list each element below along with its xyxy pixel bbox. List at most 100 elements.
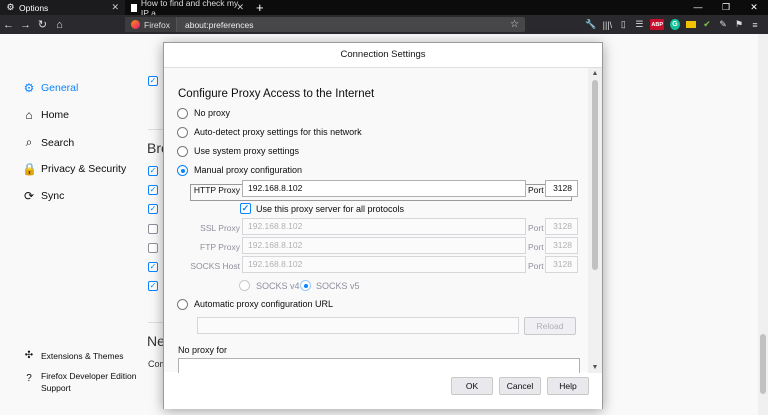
reload-button[interactable]: Reload: [524, 317, 576, 335]
dialog-scrollbar-thumb[interactable]: [592, 80, 598, 270]
lock-icon: 🔒: [22, 162, 37, 176]
sidebar-item-label: Home: [41, 109, 70, 121]
sidebar-item-support[interactable]: ? Firefox Developer Edition Support: [22, 370, 136, 394]
background-checkbox[interactable]: ✓: [148, 204, 158, 214]
http-port-input[interactable]: 3128: [545, 180, 578, 197]
checkmark-extension-icon[interactable]: ✔: [702, 19, 712, 30]
menu-icon[interactable]: ≡: [750, 19, 760, 30]
background-checkbox[interactable]: ✓: [148, 76, 158, 86]
sidebar-item-general[interactable]: ⚙ General: [22, 81, 79, 95]
use-all-protocols-label[interactable]: Use this proxy server for all protocols: [256, 204, 404, 214]
identity-box[interactable]: Firefox: [125, 17, 177, 32]
divider: [148, 129, 164, 130]
grammarly-icon[interactable]: G: [670, 19, 680, 30]
use-all-protocols-checkbox[interactable]: ✓: [240, 203, 251, 214]
ssl-port-input[interactable]: 3128: [545, 218, 578, 235]
flag-icon[interactable]: ⚑: [734, 19, 744, 30]
system-proxy-radio[interactable]: [177, 146, 188, 157]
minimize-button[interactable]: —: [684, 0, 712, 15]
scroll-up-icon[interactable]: ▲: [588, 70, 602, 77]
ok-button[interactable]: OK: [451, 377, 493, 395]
system-proxy-label[interactable]: Use system proxy settings: [194, 146, 299, 156]
background-checkbox[interactable]: ✓: [148, 185, 158, 195]
tab-options[interactable]: ⚙ Options ✕: [0, 0, 125, 15]
library-icon[interactable]: |||\: [602, 19, 613, 30]
no-proxy-radio[interactable]: [177, 108, 188, 119]
auto-detect-label[interactable]: Auto-detect proxy settings for this netw…: [194, 127, 362, 137]
ssl-proxy-label: SSL Proxy: [200, 223, 240, 233]
back-button[interactable]: ←: [0, 19, 17, 31]
tab-bar: ⚙ Options ✕ How to find and check my IP …: [0, 0, 768, 18]
no-proxy-label[interactable]: No proxy: [194, 108, 230, 118]
background-checkbox[interactable]: ✓: [148, 281, 158, 291]
dialog-scrollbar[interactable]: ▲ ▼: [588, 68, 602, 373]
close-window-button[interactable]: ✕: [740, 0, 768, 15]
reload-button[interactable]: ↻: [34, 18, 51, 31]
auto-config-url-input[interactable]: [197, 317, 519, 334]
socks-v5-label[interactable]: SOCKS v5: [316, 281, 360, 291]
help-button[interactable]: Help: [547, 377, 589, 395]
url-bar[interactable]: Firefox about:preferences ☆: [125, 17, 525, 32]
socks-port-input[interactable]: 3128: [545, 256, 578, 273]
page-scrollbar[interactable]: [758, 34, 768, 415]
help-icon: ?: [26, 373, 32, 384]
reader-icon[interactable]: ☰: [634, 19, 644, 30]
dialog-body: Configure Proxy Access to the Internet N…: [164, 67, 602, 373]
sidebar-item-home[interactable]: ⌂ Home: [22, 108, 69, 122]
cancel-button[interactable]: Cancel: [499, 377, 541, 395]
extension-yellow-icon[interactable]: [686, 21, 696, 28]
page-icon: [131, 3, 137, 12]
sidebar-item-sync[interactable]: ⟳ Sync: [22, 189, 64, 203]
socks-host-input[interactable]: 192.168.8.102: [242, 256, 526, 273]
home-icon: ⌂: [25, 108, 33, 122]
background-checkbox[interactable]: ✓: [148, 262, 158, 272]
url-text[interactable]: about:preferences: [177, 20, 254, 30]
adblock-icon[interactable]: ABP: [650, 19, 664, 30]
background-checkbox[interactable]: [148, 224, 158, 234]
toolbar-icons: 🔧 |||\ ▯ ☰ ABP G ✔ ✎ ⚑ ≡: [585, 17, 760, 32]
sidebar-item-privacy[interactable]: 🔒 Privacy & Security: [22, 162, 126, 176]
sidebar-item-label: Search: [41, 136, 75, 149]
edit-icon[interactable]: ✎: [718, 19, 728, 30]
forward-button[interactable]: →: [17, 19, 34, 31]
auto-detect-radio[interactable]: [177, 127, 188, 138]
manual-proxy-radio[interactable]: [177, 165, 188, 176]
maximize-button[interactable]: ❐: [712, 0, 740, 15]
ftp-port-input[interactable]: 3128: [545, 237, 578, 254]
dialog-title: Connection Settings: [340, 49, 426, 60]
support-label: Firefox Developer Edition Support: [41, 370, 136, 394]
background-checkbox[interactable]: ✓: [148, 166, 158, 176]
no-proxy-for-textarea[interactable]: [178, 358, 580, 373]
manual-proxy-label[interactable]: Manual proxy configuration: [194, 165, 302, 175]
sidebar-item-label: General: [41, 82, 79, 94]
search-icon: ⌕: [25, 135, 33, 149]
proxy-heading: Configure Proxy Access to the Internet: [178, 88, 375, 100]
tab-ip-article[interactable]: How to find and check my IP a... ✕: [125, 0, 250, 18]
home-button[interactable]: ⌂: [51, 19, 68, 31]
socks-v4-radio[interactable]: [239, 280, 250, 291]
close-tab-icon[interactable]: ✕: [236, 2, 244, 13]
sidebar-item-search[interactable]: ⌕ Search: [22, 135, 75, 150]
new-tab-button[interactable]: +: [250, 0, 270, 15]
bookmark-star-icon[interactable]: ☆: [510, 19, 519, 30]
puzzle-icon: ✣: [24, 350, 34, 361]
scroll-down-icon[interactable]: ▼: [588, 364, 602, 371]
auto-config-url-radio[interactable]: [177, 299, 188, 310]
page-scrollbar-thumb[interactable]: [760, 334, 766, 394]
ftp-proxy-input[interactable]: 192.168.8.102: [242, 237, 526, 254]
close-tab-icon[interactable]: ✕: [111, 2, 119, 13]
window-controls: — ❐ ✕: [684, 0, 768, 15]
ssl-proxy-input[interactable]: 192.168.8.102: [242, 218, 526, 235]
background-checkbox[interactable]: [148, 243, 158, 253]
sidebar-icon[interactable]: ▯: [618, 19, 628, 30]
auto-config-url-label[interactable]: Automatic proxy configuration URL: [194, 299, 333, 309]
socks-v5-radio[interactable]: [300, 280, 311, 291]
sidebar-item-extensions[interactable]: ✣ Extensions & Themes: [22, 350, 124, 361]
ssl-port-label: Port: [528, 223, 544, 233]
http-proxy-input[interactable]: 192.168.8.102: [242, 180, 526, 197]
gear-icon: ⚙: [6, 2, 15, 12]
socks-port-label: Port: [528, 261, 544, 271]
preferences-sidebar: ⚙ General ⌂ Home ⌕ Search 🔒 Privacy & Se…: [0, 34, 148, 415]
wrench-icon[interactable]: 🔧: [585, 19, 596, 30]
socks-v4-label[interactable]: SOCKS v4: [256, 281, 300, 291]
